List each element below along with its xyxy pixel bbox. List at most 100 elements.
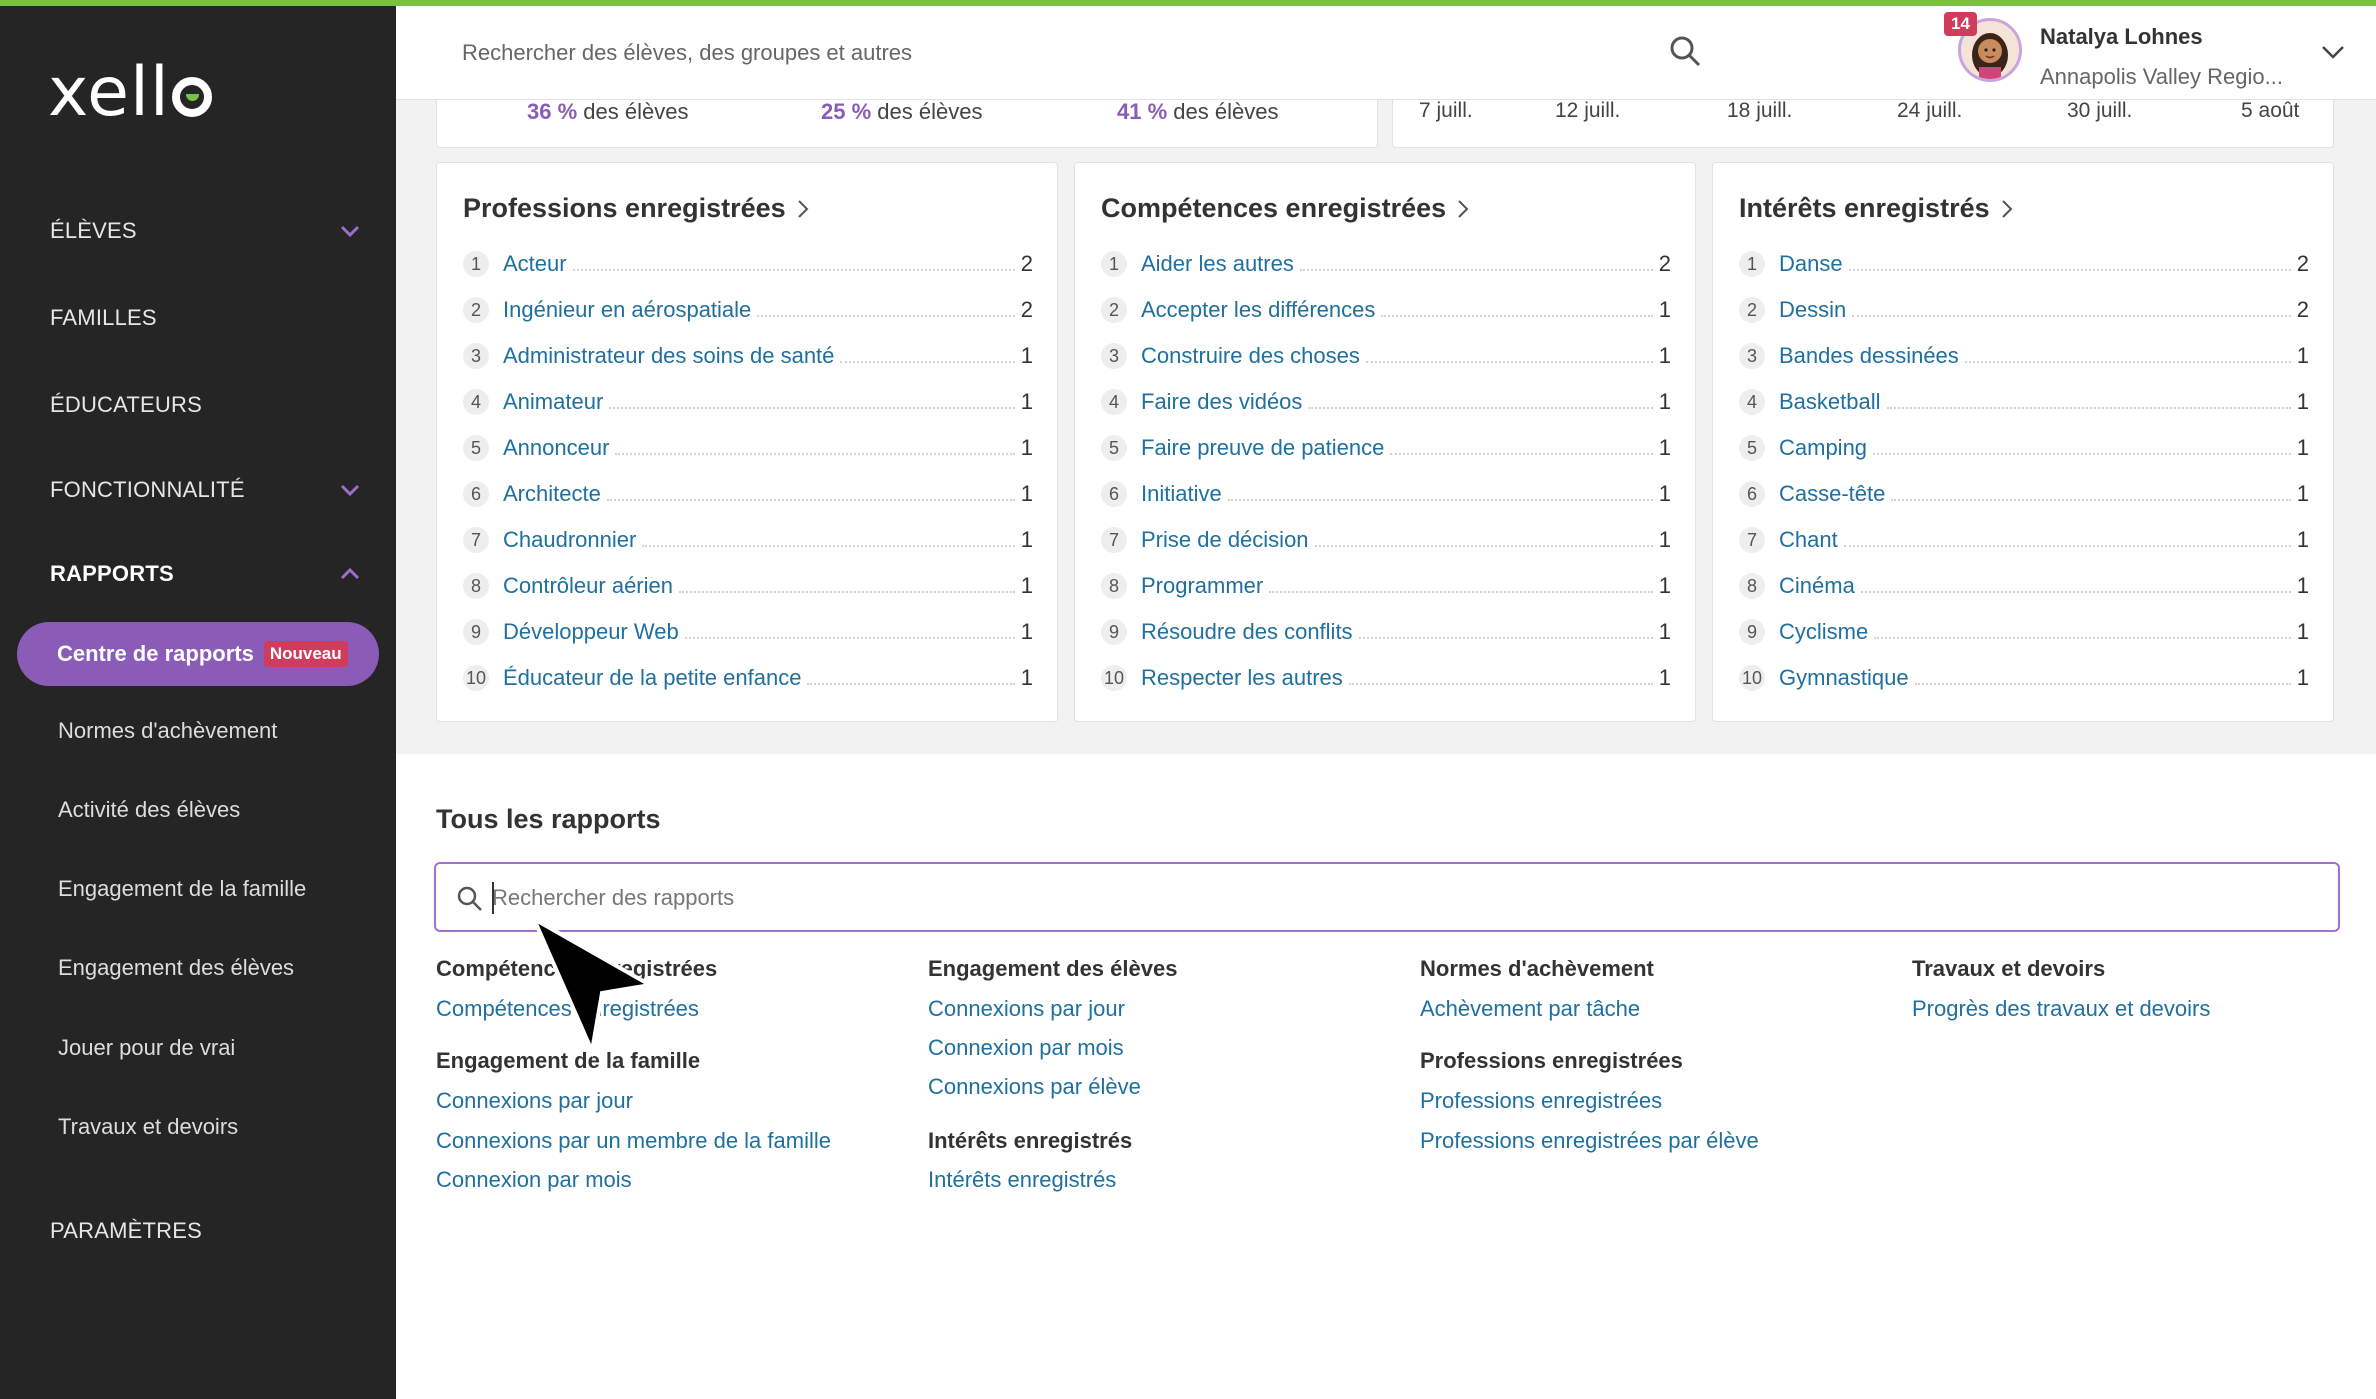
ranked-list-row: 7 Prise de décision 1 [1101, 523, 1671, 553]
ranked-item-link[interactable]: Annonceur [503, 435, 609, 461]
date-label: 5 août [2241, 99, 2300, 122]
ranked-item-link[interactable]: Basketball [1779, 389, 1881, 415]
sidebar-item-familles[interactable]: FAMILLES [50, 298, 370, 338]
rank-number: 5 [463, 435, 489, 461]
sidebar-item-educateurs[interactable]: ÉDUCATEURS [50, 385, 370, 425]
ranked-item-link[interactable]: Développeur Web [503, 619, 679, 645]
ranked-item-link[interactable]: Architecte [503, 481, 601, 507]
report-link[interactable]: Connexions par jour [436, 1088, 633, 1114]
ranked-item-link[interactable]: Administrateur des soins de santé [503, 343, 834, 369]
ranked-list-row: 6 Initiative 1 [1101, 477, 1671, 507]
item-count: 2 [2296, 297, 2309, 322]
ranked-item-link[interactable]: Accepter les différences [1141, 297, 1375, 323]
notification-badge[interactable]: 14 [1944, 12, 1977, 36]
ranked-list-row: 4 Faire des vidéos 1 [1101, 385, 1671, 415]
item-count: 1 [1658, 481, 1671, 506]
top-header: Rechercher des élèves, des groupes et au… [396, 6, 2376, 100]
sidebar-subitem-travaux[interactable]: Travaux et devoirs [58, 1114, 238, 1140]
ranked-item-link[interactable]: Animateur [503, 389, 603, 415]
ranked-list-row: 9 Résoudre des conflits 1 [1101, 615, 1671, 645]
sidebar-item-eleves[interactable]: ÉLÈVES [50, 211, 370, 251]
xello-logo[interactable]: xell [48, 58, 212, 128]
sidebar-subitem-normes[interactable]: Normes d'achèvement [58, 718, 277, 744]
percent-stat: 41 % des élèves [1117, 99, 1279, 124]
ranked-list-row: 3 Bandes dessinées 1 [1739, 339, 2309, 369]
ranked-item-link[interactable]: Chant [1779, 527, 1838, 553]
date-label: 18 juill. [1727, 99, 1793, 122]
card-title-link[interactable]: Professions enregistrées [463, 193, 810, 224]
sidebar-item-parametres[interactable]: PARAMÈTRES [50, 1211, 370, 1251]
dotted-leader [609, 407, 1015, 409]
report-link[interactable]: Connexions par un membre de la famille [436, 1128, 831, 1154]
sidebar-item-rapports[interactable]: RAPPORTS [50, 554, 370, 594]
sidebar-item-label: PARAMÈTRES [50, 1218, 202, 1243]
group-title: Professions enregistrées [1420, 1048, 1683, 1073]
search-icon[interactable] [1668, 34, 1702, 73]
ranked-item-link[interactable]: Construire des choses [1141, 343, 1360, 369]
ranked-item-link[interactable]: Résoudre des conflits [1141, 619, 1353, 645]
item-count: 1 [1658, 389, 1671, 414]
dotted-leader [1873, 453, 2291, 455]
ranked-item-link[interactable]: Faire des vidéos [1141, 389, 1302, 415]
ranked-item-link[interactable]: Respecter les autres [1141, 665, 1343, 691]
ranked-item-link[interactable]: Cyclisme [1779, 619, 1868, 645]
ranked-item-link[interactable]: Chaudronnier [503, 527, 636, 553]
item-count: 1 [1658, 573, 1671, 598]
sidebar-subitem-label: Centre de rapports [57, 641, 254, 666]
rank-number: 3 [1739, 343, 1765, 369]
ranked-item-link[interactable]: Casse-tête [1779, 481, 1885, 507]
ranked-list-row: 10 Respecter les autres 1 [1101, 661, 1671, 691]
ranked-item-link[interactable]: Cinéma [1779, 573, 1855, 599]
search-icon [457, 886, 482, 911]
dotted-leader [1964, 361, 2291, 363]
ranked-item-link[interactable]: Initiative [1141, 481, 1222, 507]
item-count: 1 [2296, 389, 2309, 414]
sidebar-item-fonctionnalite[interactable]: FONCTIONNALITÉ [50, 470, 370, 510]
report-link[interactable]: Achèvement par tâche [1420, 996, 1640, 1022]
report-link[interactable]: Professions enregistrées [1420, 1088, 1662, 1114]
ranked-list-row: 5 Faire preuve de patience 1 [1101, 431, 1671, 461]
ranked-list-row: 8 Programmer 1 [1101, 569, 1671, 599]
rank-number: 2 [1739, 297, 1765, 323]
dotted-leader [1365, 361, 1653, 363]
ranked-item-link[interactable]: Dessin [1779, 297, 1846, 323]
ranked-item-link[interactable]: Faire preuve de patience [1141, 435, 1384, 461]
ranked-item-link[interactable]: Danse [1779, 251, 1843, 277]
ranked-item-link[interactable]: Gymnastique [1779, 665, 1909, 691]
report-link[interactable]: Connexions par élève [928, 1074, 1141, 1100]
rank-number: 1 [1739, 251, 1765, 277]
report-link[interactable]: Progrès des travaux et devoirs [1912, 996, 2210, 1022]
card-title-link[interactable]: Intérêts enregistrés [1739, 193, 2014, 224]
ranked-item-link[interactable]: Acteur [503, 251, 567, 277]
ranked-item-link[interactable]: Prise de décision [1141, 527, 1309, 553]
sidebar-subitem-centre-de-rapports[interactable]: Centre de rapports Nouveau [17, 622, 379, 686]
item-count: 2 [1020, 297, 1033, 322]
report-link[interactable]: Connexion par mois [928, 1035, 1124, 1061]
ranked-item-link[interactable]: Camping [1779, 435, 1867, 461]
ranked-item-link[interactable]: Aider les autres [1141, 251, 1294, 277]
ranked-list-row: 7 Chant 1 [1739, 523, 2309, 553]
chevron-down-icon[interactable] [2320, 42, 2346, 67]
report-link[interactable]: Connexions par jour [928, 996, 1125, 1022]
report-link[interactable]: Connexion par mois [436, 1167, 632, 1193]
ranked-item-link[interactable]: Contrôleur aérien [503, 573, 673, 599]
sidebar-item-label: ÉDUCATEURS [50, 392, 202, 417]
sidebar-subitem-jouer[interactable]: Jouer pour de vrai [58, 1035, 235, 1061]
reports-search-box[interactable] [434, 862, 2340, 932]
report-link[interactable]: Professions enregistrées par élève [1420, 1128, 1759, 1154]
ranked-item-link[interactable]: Programmer [1141, 573, 1263, 599]
global-search-input[interactable]: Rechercher des élèves, des groupes et au… [462, 40, 912, 66]
report-link[interactable]: Intérêts enregistrés [928, 1167, 1116, 1193]
ranked-item-link[interactable]: Bandes dessinées [1779, 343, 1959, 369]
sidebar-subitem-activite[interactable]: Activité des élèves [58, 797, 240, 823]
ranked-item-link[interactable]: Éducateur de la petite enfance [503, 665, 801, 691]
sidebar-subitem-engagement-famille[interactable]: Engagement de la famille [58, 876, 306, 902]
ranked-item-link[interactable]: Ingénieur en aérospatiale [503, 297, 751, 323]
item-count: 1 [2296, 435, 2309, 460]
sidebar-subitem-engagement-eleves[interactable]: Engagement des élèves [58, 955, 294, 981]
reports-search-input[interactable] [492, 878, 2292, 918]
chevron-down-icon [330, 470, 370, 510]
card-title-link[interactable]: Compétences enregistrées [1101, 193, 1470, 224]
item-count: 1 [2296, 573, 2309, 598]
rank-number: 1 [463, 251, 489, 277]
